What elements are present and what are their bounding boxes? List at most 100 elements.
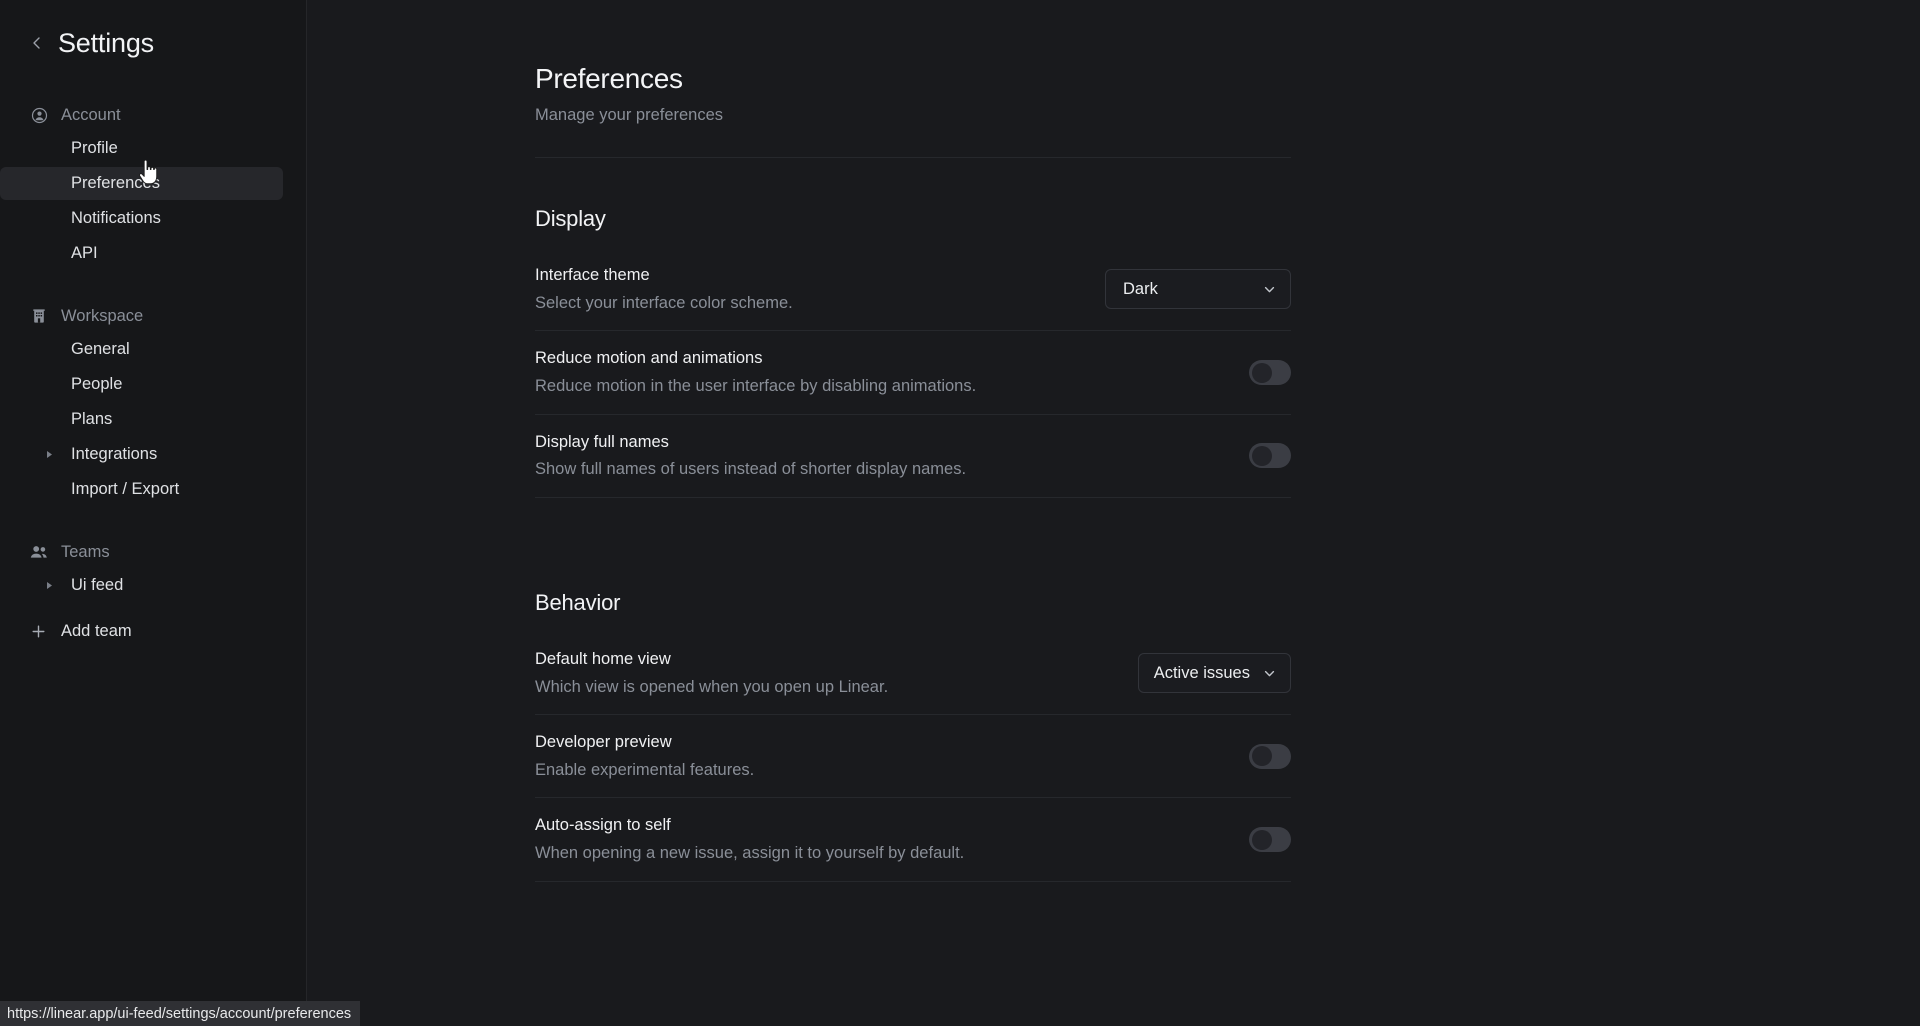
status-bar-url: https://linear.app/ui-feed/settings/acco… xyxy=(0,1001,361,1026)
chevron-left-icon[interactable] xyxy=(30,36,44,50)
sidebar-item-label: Notifications xyxy=(71,209,161,227)
row-control xyxy=(1249,743,1291,769)
sidebar-item-label: People xyxy=(71,375,123,393)
row-default-home-view: Default home view Which view is opened w… xyxy=(535,632,1291,714)
default-home-view-select[interactable]: Active issues xyxy=(1137,653,1291,694)
settings-sidebar: Settings Account Profile Preferences Not… xyxy=(0,0,307,1026)
sidebar-group-spacer xyxy=(0,510,306,537)
section-display-rows: Interface theme Select your interface co… xyxy=(535,248,1291,498)
sidebar-group-header-account: Account xyxy=(0,100,306,130)
sidebar-item-label: General xyxy=(71,340,130,358)
row-text: Display full names Show full names of us… xyxy=(535,432,966,480)
preferences-content: Preferences Manage your preferences Disp… xyxy=(535,0,1291,882)
row-label: Auto-assign to self xyxy=(535,816,671,835)
row-description: Which view is opened when you open up Li… xyxy=(535,677,889,696)
sidebar-item-general[interactable]: General xyxy=(0,333,283,366)
toggle-knob xyxy=(1251,829,1272,850)
sidebar-item-label: Preferences xyxy=(71,174,160,192)
sidebar-group-workspace: Workspace General People Plans Integrati… xyxy=(0,301,306,506)
row-text: Interface theme Select your interface co… xyxy=(535,265,793,313)
chevron-right-icon[interactable] xyxy=(45,581,55,591)
settings-page: Settings Account Profile Preferences Not… xyxy=(0,0,1920,1026)
row-label: Default home view xyxy=(535,649,671,668)
row-display-full-names: Display full names Show full names of us… xyxy=(535,413,1291,497)
sidebar-group-header-teams: Teams xyxy=(0,537,306,567)
sidebar-item-label: Profile xyxy=(71,139,118,157)
section-behavior-rows: Default home view Which view is opened w… xyxy=(535,632,1291,882)
auto-assign-toggle[interactable] xyxy=(1249,827,1291,853)
building-icon xyxy=(30,307,48,325)
row-control: Active issues xyxy=(1137,653,1291,694)
row-label: Reduce motion and animations xyxy=(535,349,763,368)
row-control xyxy=(1249,443,1291,469)
row-interface-theme: Interface theme Select your interface co… xyxy=(535,248,1291,330)
row-control: Dark xyxy=(1105,269,1291,310)
sidebar-item-label: Import / Export xyxy=(71,480,180,498)
sidebar-group-teams: Teams Ui feed xyxy=(0,537,306,602)
add-team-label: Add team xyxy=(61,622,132,640)
row-label: Interface theme xyxy=(535,266,650,285)
row-control xyxy=(1249,360,1291,386)
default-home-view-value: Active issues xyxy=(1153,663,1250,682)
section-title-display: Display xyxy=(535,206,606,232)
row-auto-assign-to-self: Auto-assign to self When opening a new i… xyxy=(535,797,1291,880)
row-description: Enable experimental features. xyxy=(535,760,755,779)
row-description: Reduce motion in the user interface by d… xyxy=(535,377,977,396)
sidebar-header: Settings xyxy=(0,0,306,62)
page-subtitle: Manage your preferences xyxy=(535,106,724,125)
row-text: Reduce motion and animations Reduce moti… xyxy=(535,348,976,396)
row-description: Show full names of users instead of shor… xyxy=(535,460,967,479)
row-label: Display full names xyxy=(535,432,669,451)
toggle-knob xyxy=(1251,445,1272,466)
sidebar-group-header-workspace: Workspace xyxy=(0,301,306,331)
row-control xyxy=(1249,827,1291,853)
display-full-names-toggle[interactable] xyxy=(1249,443,1291,469)
section-behavior: Behavior Default home view Which view is… xyxy=(535,498,1291,882)
section-title-behavior: Behavior xyxy=(535,589,621,615)
row-developer-preview: Developer preview Enable experimental fe… xyxy=(535,714,1291,797)
sidebar-nav: Account Profile Preferences Notification… xyxy=(0,62,306,648)
account-circle-icon xyxy=(30,106,48,124)
sidebar-group-label: Account xyxy=(61,105,121,124)
sidebar-item-import-export[interactable]: Import / Export xyxy=(0,473,283,506)
sidebar-item-ui-feed[interactable]: Ui feed xyxy=(0,569,283,602)
row-label: Developer preview xyxy=(535,733,672,752)
row-text: Default home view Which view is opened w… xyxy=(535,649,888,697)
chevron-right-icon[interactable] xyxy=(45,450,55,460)
sidebar-group-spacer xyxy=(0,274,306,301)
sidebar-group-label: Workspace xyxy=(61,306,144,325)
sidebar-item-plans[interactable]: Plans xyxy=(0,403,283,436)
sidebar-item-label: Plans xyxy=(71,410,113,428)
row-reduce-motion: Reduce motion and animations Reduce moti… xyxy=(535,330,1291,413)
sidebar-item-api[interactable]: API xyxy=(0,237,283,270)
row-text: Developer preview Enable experimental fe… xyxy=(535,732,754,780)
page-title-settings: Settings xyxy=(58,27,154,58)
row-description: When opening a new issue, assign it to y… xyxy=(535,844,965,863)
chevron-down-icon xyxy=(1262,666,1277,681)
page-title: Preferences xyxy=(535,63,683,94)
chevron-down-icon xyxy=(1262,282,1277,297)
sidebar-item-label: API xyxy=(71,244,98,262)
sidebar-item-profile[interactable]: Profile xyxy=(0,132,283,165)
sidebar-item-people[interactable]: People xyxy=(0,368,283,401)
sidebar-item-label: Integrations xyxy=(71,445,158,463)
row-description: Select your interface color scheme. xyxy=(535,293,793,312)
row-text: Auto-assign to self When opening a new i… xyxy=(535,815,964,863)
developer-preview-toggle[interactable] xyxy=(1249,743,1291,769)
toggle-knob xyxy=(1251,362,1272,383)
sidebar-item-integrations[interactable]: Integrations xyxy=(0,438,283,471)
add-team-button[interactable]: Add team xyxy=(0,615,306,648)
section-display: Display Interface theme Select your inte… xyxy=(535,158,1291,498)
plus-icon xyxy=(29,623,47,641)
sidebar-item-label: Ui feed xyxy=(71,576,124,594)
sidebar-group-label: Teams xyxy=(61,542,110,561)
interface-theme-select[interactable]: Dark xyxy=(1105,269,1291,310)
sidebar-item-notifications[interactable]: Notifications xyxy=(0,202,283,235)
reduce-motion-toggle[interactable] xyxy=(1249,360,1291,386)
main-content: Preferences Manage your preferences Disp… xyxy=(307,0,1920,1026)
interface-theme-value: Dark xyxy=(1123,279,1158,298)
sidebar-group-account: Account Profile Preferences Notification… xyxy=(0,100,306,270)
toggle-knob xyxy=(1251,746,1272,767)
sidebar-item-preferences[interactable]: Preferences xyxy=(0,167,283,200)
people-icon xyxy=(30,543,48,561)
